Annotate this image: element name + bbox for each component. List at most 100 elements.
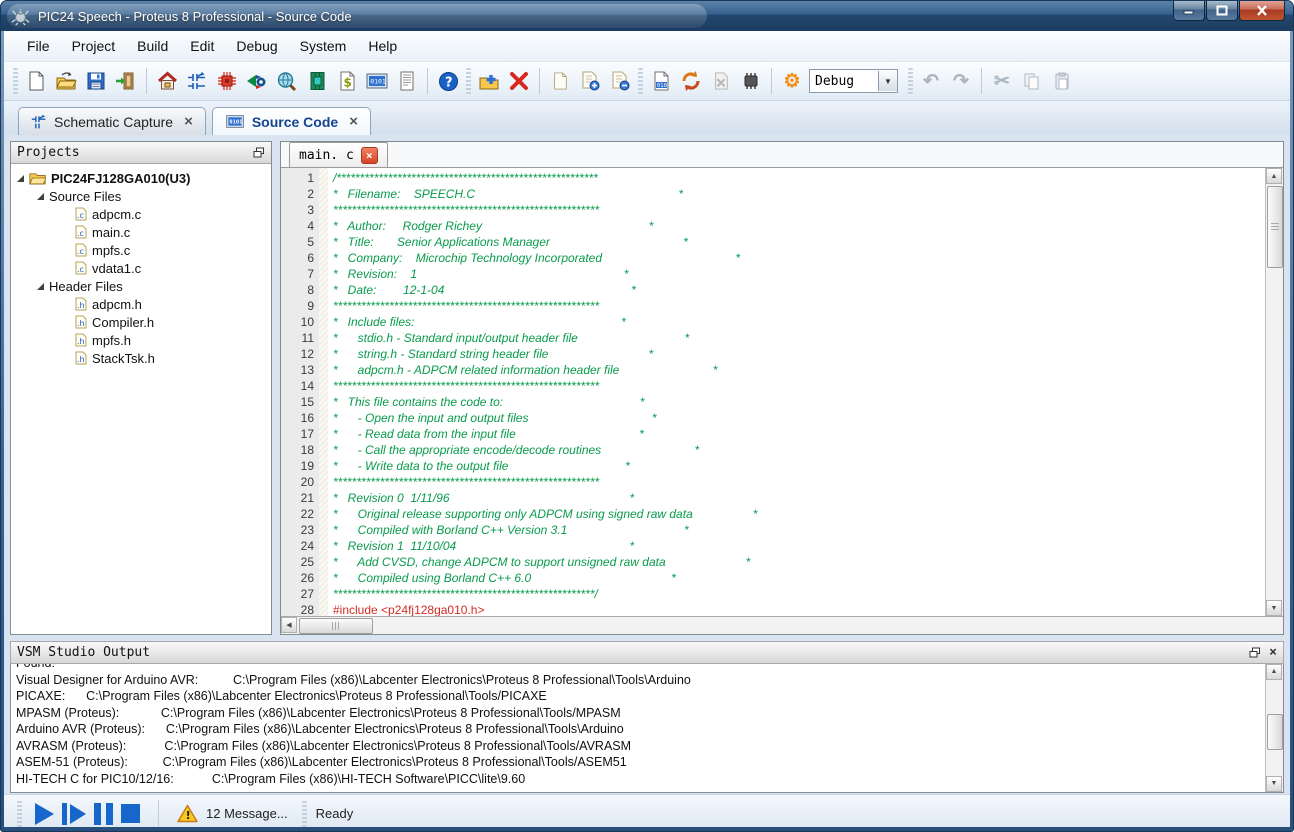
- copy-button[interactable]: [1017, 66, 1047, 96]
- fold-margin: [319, 168, 328, 616]
- line-number: 26: [300, 571, 314, 585]
- line-number: 8: [307, 283, 314, 297]
- save-project-button[interactable]: [81, 66, 111, 96]
- expander-icon[interactable]: [17, 174, 24, 182]
- close-tab-icon[interactable]: ×: [184, 113, 193, 130]
- code-line: ****************************************…: [333, 203, 600, 217]
- scroll-up-icon[interactable]: ▲: [1266, 664, 1282, 680]
- step-simulation-icon[interactable]: [62, 802, 86, 825]
- add-source-file-button[interactable]: [575, 66, 605, 96]
- run-simulation-icon[interactable]: [35, 802, 54, 825]
- new-source-file-button[interactable]: [545, 66, 575, 96]
- line-number: 4: [307, 219, 314, 233]
- tree-item[interactable]: .c mpfs.c: [11, 241, 271, 259]
- tree-item[interactable]: Source Files: [11, 187, 271, 205]
- editor-tab-main-c[interactable]: main. c ×: [289, 142, 388, 167]
- menu-debug[interactable]: Debug: [225, 35, 288, 57]
- tree-item[interactable]: .h Compiler.h: [11, 313, 271, 331]
- pcb-layout-button[interactable]: [212, 66, 242, 96]
- build-button[interactable]: 010: [646, 66, 676, 96]
- add-project-button[interactable]: [474, 66, 504, 96]
- warning-icon: !: [177, 804, 198, 823]
- build-config-dropdown[interactable]: Debug ▼: [809, 69, 898, 93]
- editor-hscroll-thumb[interactable]: [299, 618, 373, 634]
- menu-edit[interactable]: Edit: [179, 35, 225, 57]
- scroll-down-icon[interactable]: ▼: [1266, 600, 1282, 616]
- float-panel-icon[interactable]: [1249, 647, 1261, 658]
- vsm-output-body: Found:Visual Designer for Arduino AVR: C…: [10, 664, 1284, 793]
- code-line: * Filename: SPEECH.C *: [333, 187, 684, 201]
- close-file-icon[interactable]: ×: [360, 146, 378, 164]
- close-tab-icon[interactable]: ×: [349, 113, 358, 130]
- code-line: * Title: Senior Applications Manager *: [333, 235, 688, 249]
- statusbar-grip: [17, 800, 22, 827]
- expander-icon[interactable]: [37, 282, 44, 290]
- undo-button[interactable]: ↶: [916, 66, 946, 96]
- tab-source-code[interactable]: 0101 Source Code ×: [211, 107, 371, 135]
- scroll-left-icon[interactable]: ◀: [281, 617, 297, 633]
- stop-simulation-icon[interactable]: [121, 804, 140, 823]
- design-explorer-button[interactable]: [272, 66, 302, 96]
- maximize-button[interactable]: [1206, 1, 1238, 21]
- output-line: Arduino AVR (Proteus): C:\Program Files …: [16, 722, 624, 736]
- rebuild-button[interactable]: [676, 66, 706, 96]
- menu-build[interactable]: Build: [126, 35, 179, 57]
- debug-chip-button[interactable]: [736, 66, 766, 96]
- toolbar-separator: [427, 68, 428, 94]
- 3d-viewer-button[interactable]: [242, 66, 272, 96]
- editor-vertical-scrollbar[interactable]: ▲ ▼: [1265, 168, 1283, 616]
- float-panel-icon[interactable]: [253, 147, 265, 158]
- paste-button[interactable]: [1047, 66, 1077, 96]
- messages-button[interactable]: ! 12 Message...: [177, 804, 288, 823]
- scroll-up-icon[interactable]: ▲: [1266, 168, 1282, 184]
- line-number: 27: [300, 587, 314, 601]
- tree-item[interactable]: .h adpcm.h: [11, 295, 271, 313]
- menu-system[interactable]: System: [289, 35, 358, 57]
- tree-item[interactable]: .c vdata1.c: [11, 259, 271, 277]
- close-project-button[interactable]: [504, 66, 534, 96]
- tree-item[interactable]: Header Files: [11, 277, 271, 295]
- scroll-down-icon[interactable]: ▼: [1266, 776, 1282, 792]
- menu-project[interactable]: Project: [61, 35, 127, 57]
- code-area[interactable]: /***************************************…: [328, 168, 1265, 616]
- source-editor-panel: main. c × 1 2 3 4 5 6 7 8 9 10 11 12 13 14 15 16 17 18 19 2…: [280, 141, 1284, 635]
- tab-schematic-capture[interactable]: Schematic Capture ×: [18, 107, 206, 135]
- output-vscroll-thumb[interactable]: [1267, 714, 1283, 750]
- tree-item[interactable]: PIC24FJ128GA010(U3): [11, 169, 271, 187]
- bill-of-materials-button[interactable]: $: [332, 66, 362, 96]
- open-project-button[interactable]: [51, 66, 81, 96]
- close-panel-icon[interactable]: ×: [1269, 645, 1277, 660]
- tree-item[interactable]: .c adpcm.c: [11, 205, 271, 223]
- clean-button[interactable]: [706, 66, 736, 96]
- cut-button[interactable]: ✂: [987, 66, 1017, 96]
- close-button[interactable]: [1239, 1, 1285, 21]
- menu-file[interactable]: File: [16, 35, 61, 57]
- source-code-button[interactable]: 0101: [362, 66, 392, 96]
- remove-source-file-button[interactable]: [605, 66, 635, 96]
- project-notes-button[interactable]: [392, 66, 422, 96]
- editor-horizontal-scrollbar[interactable]: ◀: [281, 616, 1283, 634]
- settings-gear-icon[interactable]: ⚙: [777, 66, 807, 96]
- tree-item[interactable]: .c main.c: [11, 223, 271, 241]
- import-project-button[interactable]: [111, 66, 141, 96]
- tree-item-label: main.c: [92, 224, 131, 240]
- new-document-button[interactable]: [21, 66, 51, 96]
- menu-help[interactable]: Help: [357, 35, 408, 57]
- expander-icon[interactable]: [37, 192, 44, 200]
- home-button[interactable]: [152, 66, 182, 96]
- redo-button[interactable]: ↷: [946, 66, 976, 96]
- help-button[interactable]: ?: [433, 66, 463, 96]
- schematic-capture-button[interactable]: [182, 66, 212, 96]
- tree-item[interactable]: .h StackTsk.h: [11, 349, 271, 367]
- code-line: * adpcm.h - ADPCM related information he…: [333, 363, 718, 377]
- tree-item[interactable]: .h mpfs.h: [11, 331, 271, 349]
- editor-vscroll-thumb[interactable]: [1267, 186, 1283, 268]
- pause-simulation-icon[interactable]: [94, 802, 113, 825]
- minimize-button[interactable]: [1173, 1, 1205, 21]
- editor-tab-label: main. c: [299, 147, 354, 163]
- chevron-down-icon[interactable]: ▼: [878, 71, 897, 91]
- svg-text:.h: .h: [77, 301, 85, 310]
- source-browser-button[interactable]: [302, 66, 332, 96]
- line-number: 2: [307, 187, 314, 201]
- output-vertical-scrollbar[interactable]: ▲ ▼: [1265, 664, 1283, 792]
